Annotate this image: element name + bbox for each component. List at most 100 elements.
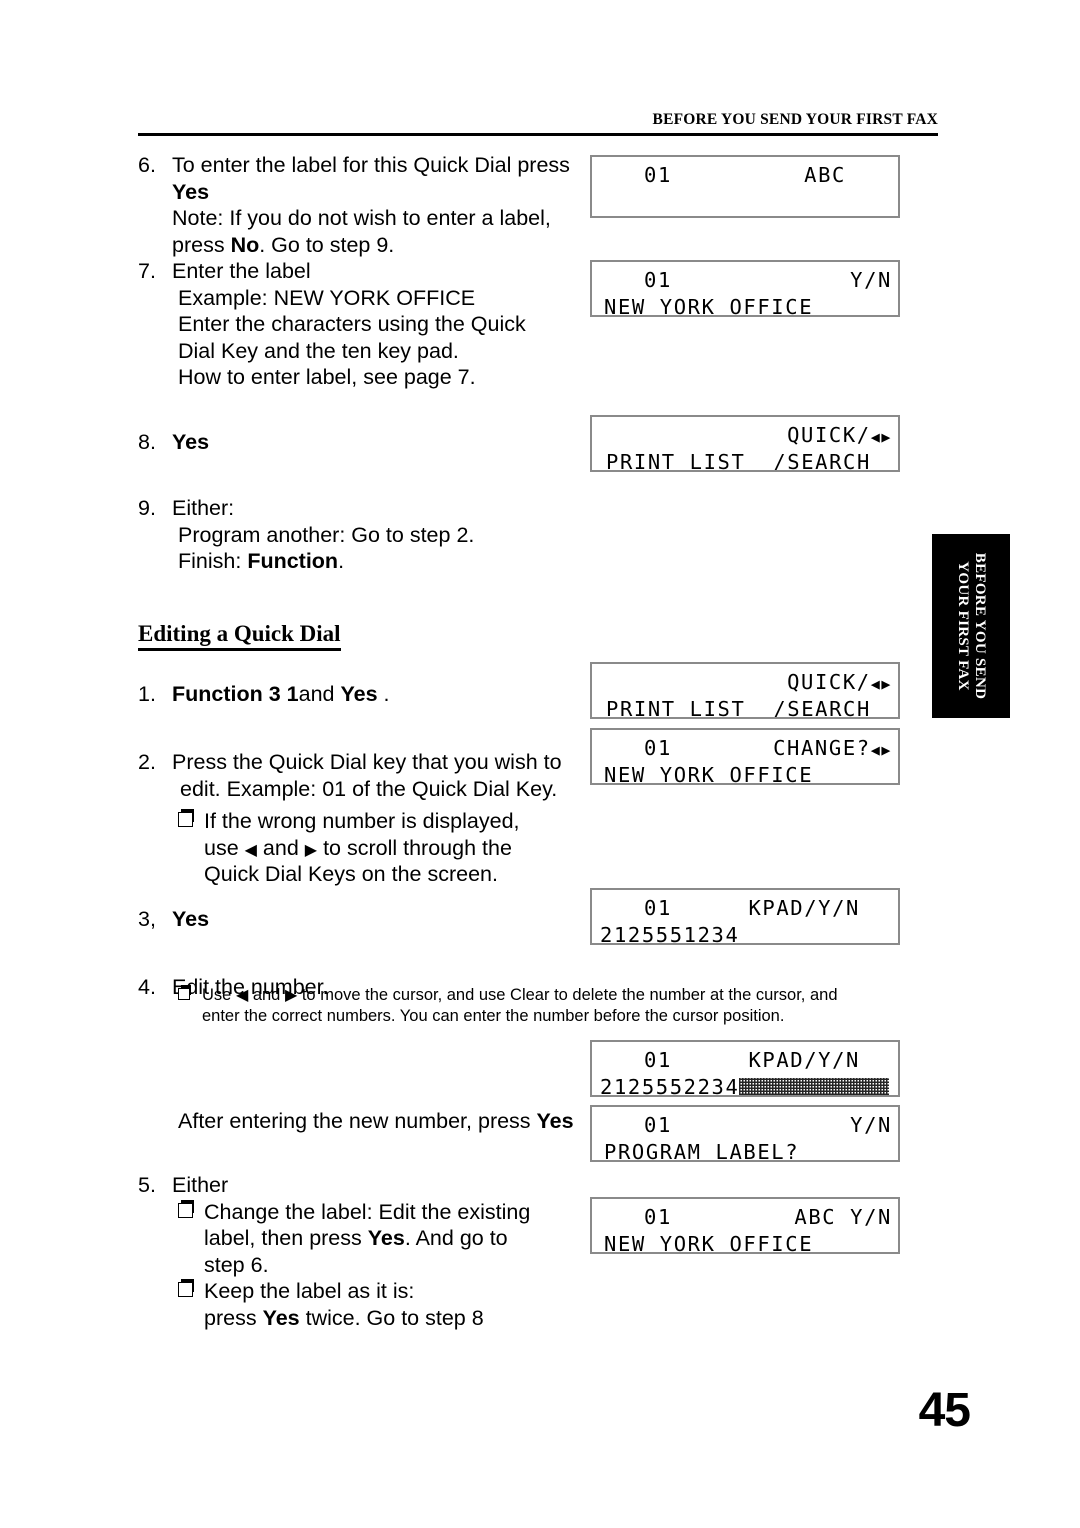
lcd-prog-line2: PROGRAM LABEL?: [604, 1140, 800, 1162]
right-arrow-icon: ▶: [284, 987, 298, 1004]
bullet1-line1: Change the label: Edit the existing: [204, 1199, 531, 1224]
bullet2-line2: press Yes twice. Go to step 8: [204, 1305, 578, 1332]
step-7-line1: Enter the label: [172, 259, 311, 283]
use-text: use: [204, 835, 245, 860]
after-entering-line: After entering the new number, press Yes: [178, 1108, 598, 1135]
after-entering-text: After entering the new number, press: [178, 1109, 537, 1133]
lcd-kpadnew-mode: KPAD/Y/N: [748, 1048, 860, 1072]
edit-step-5-bullet-1: Change the label: Edit the existing labe…: [178, 1199, 578, 1279]
edit-step-5-bullet-2: Keep the label as it is: press Yes twice…: [178, 1278, 578, 1331]
lcd-change-index: 01: [644, 736, 672, 760]
edit-step-2-number: 2.: [138, 750, 156, 774]
edit-step-5-line1: Either: [172, 1173, 229, 1197]
right-arrow-icon: [881, 736, 892, 760]
lcd-ny-index: 01: [644, 268, 672, 292]
lcd-change-line2: NEW YORK OFFICE: [604, 763, 814, 785]
step-6-note-line1: Note: If you do not wish to enter a labe…: [172, 206, 551, 230]
section-heading: Editing a Quick Dial: [138, 621, 341, 651]
lcd-display-quick-search-2: QUICK/ PRINT LIST /SEARCH: [590, 662, 900, 719]
lcd-abc-index: 01: [644, 163, 672, 187]
edit-step-2-line2: edit. Example: 01 of the Quick Dial Key.: [180, 776, 558, 801]
note-pre: press: [172, 232, 231, 257]
edit-step-2-bullet: If the wrong number is displayed, use ◀ …: [178, 808, 578, 888]
instruction-column: 6. To enter the label for this Quick Dia…: [138, 152, 578, 1001]
lcd-display-newyork-yn: 01 Y/N NEW YORK OFFICE: [590, 260, 900, 317]
document-page: BEFORE YOU SEND YOUR FIRST FAX 6. To ent…: [0, 0, 1080, 1528]
bullet-line-3: Quick Dial Keys on the screen.: [204, 862, 498, 886]
bullet-line-1: If the wrong number is displayed,: [204, 809, 520, 833]
step-9: 9. Either: Program another: Go to step 2…: [138, 495, 578, 575]
note-post: . Go to step 9.: [259, 232, 395, 257]
edit-step-3-number: 3,: [138, 906, 156, 931]
edit-step-5: 5. Either Change the label: Edit the exi…: [138, 1172, 578, 1331]
lcd-prog-mode: Y/N: [850, 1113, 892, 1137]
square-bullet-icon: [178, 1199, 194, 1218]
section-heading-wrap: Editing a Quick Dial: [138, 621, 578, 651]
and-label: and: [248, 986, 285, 1004]
press-text: press: [204, 1305, 263, 1330]
step-8-number: 8.: [138, 429, 156, 454]
page-number: 45: [918, 1384, 971, 1437]
edit-step-4-number: 4.: [138, 975, 156, 999]
lcd-kpadnew-index: 01: [644, 1048, 672, 1072]
twice-goto-text: twice. Go to step 8: [299, 1305, 484, 1330]
square-bullet-icon: [178, 985, 191, 1000]
edit-step-1-number: 1.: [138, 681, 156, 706]
left-arrow-icon: ◀: [244, 841, 257, 859]
step-6-line1: To enter the label for this Quick Dial p…: [172, 153, 570, 177]
step-7-number: 7.: [138, 259, 156, 283]
note-line-2: enter the correct numbers. You can enter…: [202, 1007, 785, 1025]
step-7-sub1: Example: NEW YORK OFFICE: [178, 285, 476, 310]
bullet1-line3: step 6.: [204, 1252, 269, 1277]
lcd-abc-mode: ABC: [804, 163, 846, 187]
lcd-display-program-label: 01 Y/N PROGRAM LABEL?: [590, 1105, 900, 1162]
edit-step-4-note: Use ◀ and ▶ to move the cursor, and use …: [178, 985, 957, 1027]
lcd-q2-line2: PRINT LIST /SEARCH: [606, 697, 885, 719]
right-arrow-icon: [881, 423, 892, 447]
lcd-display-quick-search-1: QUICK/ PRINT LIST /SEARCH: [590, 415, 900, 472]
right-arrow-icon: [881, 670, 892, 694]
lcd-q2-label: QUICK/: [787, 670, 871, 694]
label-press-text: label, then press: [204, 1226, 368, 1250]
and-text-2: and: [256, 835, 305, 860]
finish-period: .: [338, 549, 345, 573]
lcd-change-label: CHANGE?: [773, 736, 871, 760]
step-7-sub3: Dial Key and the ten key pad.: [178, 338, 459, 363]
lcd-display-kpad-old: 01 KPAD/Y/N 2125551234: [590, 888, 900, 945]
side-tab: BEFORE YOU SEND YOUR FIRST FAX: [932, 534, 1010, 718]
side-tab-line1: BEFORE YOU SEND: [972, 552, 988, 700]
edit-step-1: 1. Function 3 1and Yes .: [138, 681, 578, 708]
trailing-period: .: [377, 681, 390, 706]
left-arrow-icon: [871, 670, 882, 694]
lcd-abcyn-mode: ABC Y/N: [794, 1205, 892, 1229]
step-8-key-yes: Yes: [172, 429, 210, 454]
lcd-abc-line2: [592, 189, 898, 216]
lcd-q1-label: QUICK/: [787, 423, 871, 447]
step-6-key-yes: Yes: [172, 179, 210, 204]
step-7-sub4: How to enter label, see page 7.: [178, 365, 476, 389]
lcd-display-change: 01 CHANGE? NEW YORK OFFICE: [590, 728, 900, 785]
lcd-prog-index: 01: [644, 1113, 672, 1137]
square-bullet-icon: [178, 809, 194, 827]
lcd-ny-mode: Y/N: [850, 268, 892, 292]
note-line-1: Use ◀ and ▶ to move the cursor, and use …: [202, 985, 957, 1006]
cursor-instructions: to move the cursor, and use Clear to del…: [297, 986, 838, 1004]
lcd-kpadold-index: 01: [644, 896, 672, 920]
step-7: 7. Enter the label Example: NEW YORK OFF…: [138, 258, 578, 391]
step-8: 8. Yes: [138, 429, 578, 456]
lcd-ny-line2: NEW YORK OFFICE: [604, 295, 814, 317]
lcd-display-abc: 01 ABC: [590, 155, 900, 218]
edit-key-yes: Yes: [340, 681, 378, 706]
bullet1-key-yes: Yes: [367, 1226, 405, 1250]
scroll-text: to scroll through the: [317, 835, 512, 860]
page-header: BEFORE YOU SEND YOUR FIRST FAX: [138, 112, 938, 136]
lcd-display-kpad-new: 01 KPAD/Y/N 2125552234: [590, 1040, 900, 1097]
step-9-line1: Either:: [172, 496, 235, 520]
left-arrow-icon: [871, 736, 882, 760]
step-6: 6. To enter the label for this Quick Dia…: [138, 152, 578, 258]
header-divider: [138, 132, 938, 136]
edit-step-2: 2. Press the Quick Dial key that you wis…: [138, 749, 578, 888]
edit-step-2-line1: Press the Quick Dial key that you wish t…: [172, 750, 562, 774]
edit-step-3: 3, Yes: [138, 906, 578, 933]
step-6-note-line2: press No. Go to step 9.: [172, 232, 578, 259]
